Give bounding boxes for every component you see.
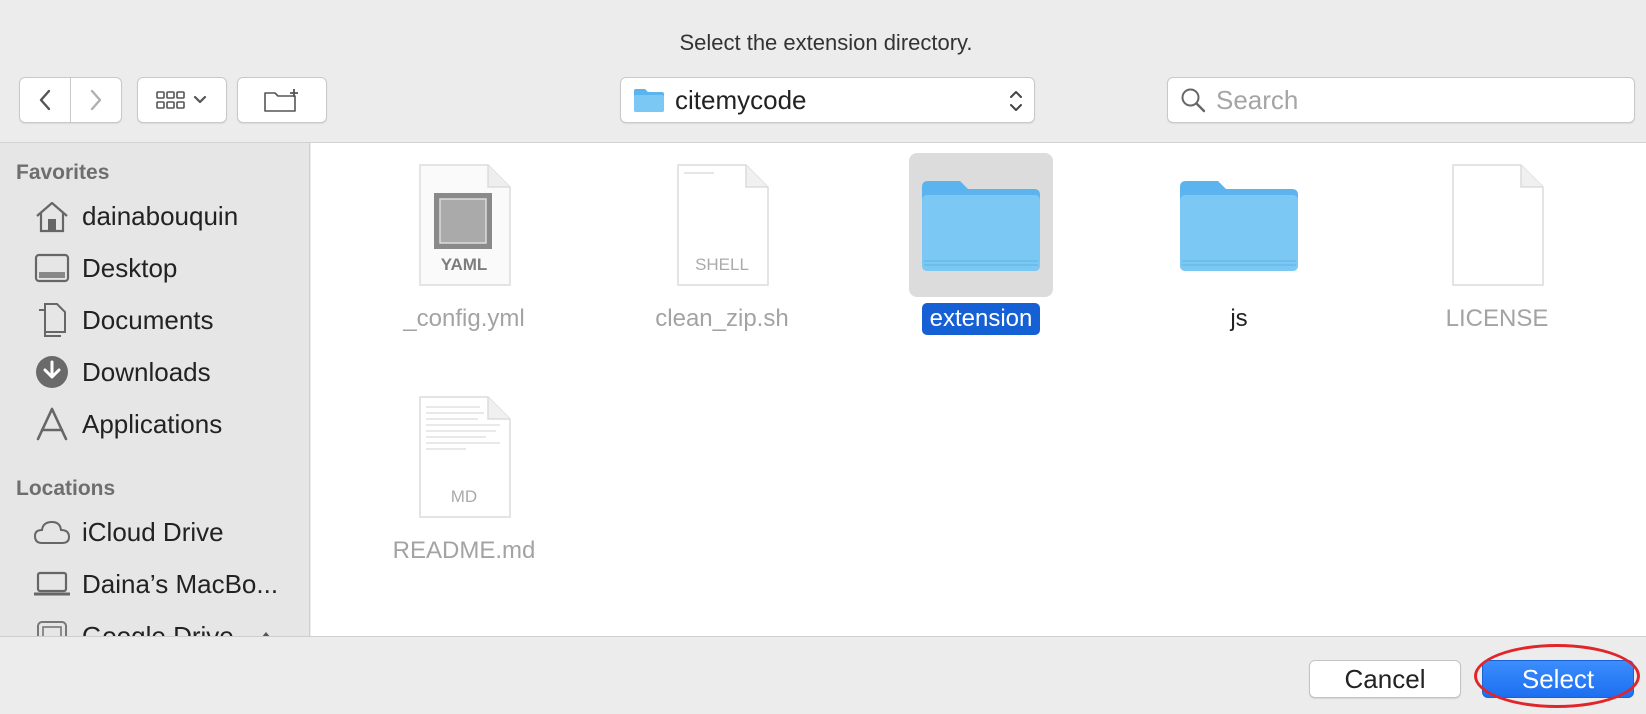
chevron-right-icon xyxy=(90,89,101,111)
dialog-title: Select the extension directory. xyxy=(679,30,973,55)
sidebar-item-label: dainabouquin xyxy=(82,200,239,231)
chevron-left-icon xyxy=(39,89,50,111)
markdown-file-icon: MD xyxy=(392,385,536,529)
applications-icon xyxy=(32,404,72,444)
file-name: extension xyxy=(921,303,1041,335)
sidebar-item-label: Downloads xyxy=(82,356,211,387)
folder-icon xyxy=(1167,153,1311,297)
sidebar-item-google-drive[interactable]: Google Drive xyxy=(0,613,309,637)
file-item[interactable]: SHELL clean_zip.sh xyxy=(617,153,827,335)
file-name: clean_zip.sh xyxy=(655,305,789,332)
drive-icon xyxy=(32,616,72,636)
cancel-button[interactable]: Cancel xyxy=(1309,660,1461,698)
sidebar-item-applications[interactable]: Applications xyxy=(0,401,309,447)
search-field[interactable] xyxy=(1167,77,1635,123)
sidebar-item-downloads[interactable]: Downloads xyxy=(0,349,309,395)
up-down-chevron-icon xyxy=(1010,91,1022,111)
folder-icon xyxy=(909,153,1053,297)
new-folder-button[interactable] xyxy=(237,77,327,123)
sidebar-item-label: Daina’s MacBo... xyxy=(82,568,279,599)
sidebar-item-label: Google Drive xyxy=(82,620,234,637)
sidebar: Favorites dainabouquin Desktop Documents… xyxy=(0,143,310,636)
file-browser: YAML _config.yml SHELL clean_zip.sh exte… xyxy=(311,143,1646,636)
sidebar-item-icloud[interactable]: iCloud Drive xyxy=(0,509,309,555)
file-item[interactable]: MD README.md xyxy=(359,385,569,567)
locations-header: Locations xyxy=(16,477,116,500)
file-type-label: SHELL xyxy=(695,255,749,274)
sidebar-item-label: iCloud Drive xyxy=(82,516,224,547)
file-type-label: YAML xyxy=(440,255,488,274)
sidebar-item-documents[interactable]: Documents xyxy=(0,297,309,343)
location-label: citemycode xyxy=(675,84,807,115)
sidebar-item-macbook[interactable]: Daina’s MacBo... xyxy=(0,561,309,607)
sidebar-item-home[interactable]: dainabouquin xyxy=(0,193,309,239)
documents-icon xyxy=(32,300,72,340)
desktop-icon xyxy=(32,248,72,288)
back-button[interactable] xyxy=(20,78,71,122)
toolbar: Select the extension directory. citemyco… xyxy=(0,0,1646,143)
sidebar-item-label: Documents xyxy=(82,304,214,335)
icon-view-grid-icon xyxy=(156,91,185,109)
location-popup[interactable]: citemycode xyxy=(620,77,1035,123)
file-item[interactable]: YAML _config.yml xyxy=(359,153,569,335)
sidebar-item-desktop[interactable]: Desktop xyxy=(0,245,309,291)
sidebar-item-label: Desktop xyxy=(82,252,178,283)
select-button[interactable]: Select xyxy=(1482,660,1634,698)
home-icon xyxy=(32,196,72,236)
file-name: LICENSE xyxy=(1445,305,1549,332)
shell-file-icon: SHELL xyxy=(650,153,794,297)
folder-icon xyxy=(634,89,664,112)
file-item[interactable]: extension xyxy=(876,153,1086,335)
search-input[interactable] xyxy=(1216,84,1616,116)
file-item[interactable]: js xyxy=(1134,153,1344,335)
file-type-label: MD xyxy=(450,487,478,506)
file-item[interactable]: LICENSE xyxy=(1392,153,1602,335)
cloud-icon xyxy=(32,512,72,552)
new-folder-icon xyxy=(264,89,298,112)
favorites-header: Favorites xyxy=(16,161,110,184)
downloads-icon xyxy=(32,352,72,392)
file-name: _config.yml xyxy=(403,305,525,332)
document-icon xyxy=(1425,153,1569,297)
file-name: js xyxy=(1230,305,1248,332)
forward-button[interactable] xyxy=(71,78,122,122)
chevron-down-icon xyxy=(193,95,207,104)
view-options-button[interactable] xyxy=(137,77,227,123)
back-forward-group xyxy=(19,77,122,123)
yaml-file-icon: YAML xyxy=(392,153,536,297)
file-name: README.md xyxy=(392,537,536,564)
sidebar-item-label: Applications xyxy=(82,408,223,439)
laptop-icon xyxy=(32,564,72,604)
search-icon xyxy=(1181,88,1206,113)
